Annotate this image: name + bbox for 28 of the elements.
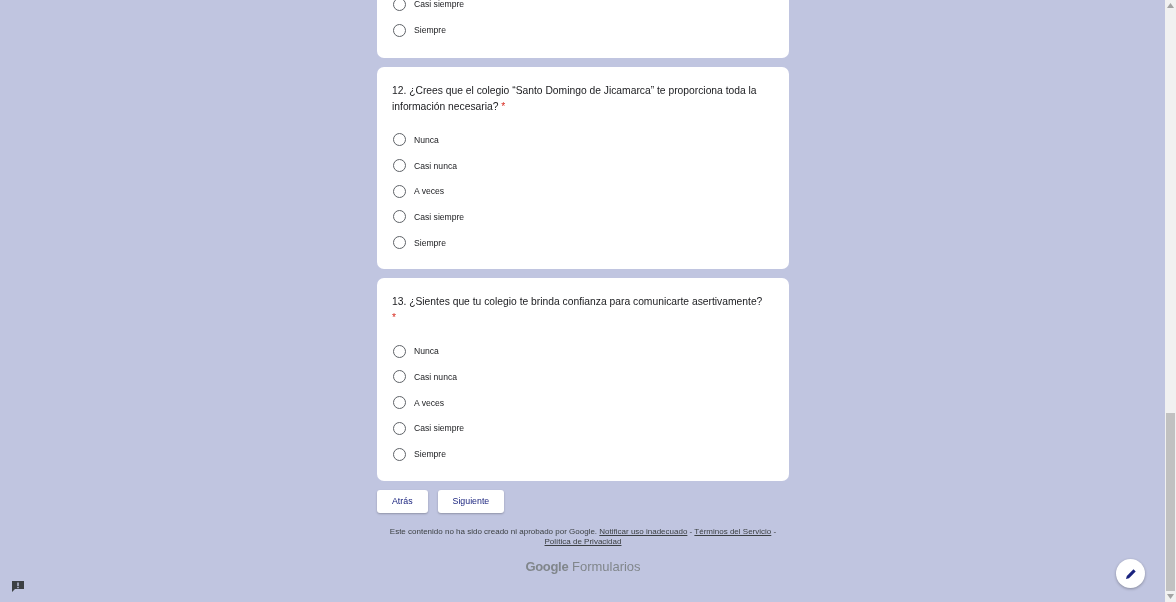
- option-label: Nunca: [414, 346, 439, 357]
- option-label: Casi siempre: [414, 211, 465, 222]
- scrollbar-thumb[interactable]: [1166, 413, 1175, 591]
- option-label: A veces: [414, 186, 445, 197]
- question-title: 12. ¿Crees que el colegio “Santo Domingo de Jicamarca” te proporciona toda la información necesaria? *: [392, 84, 758, 114]
- footer-text: Este contenido no ha sido creado ni aprobado por Google.: [389, 526, 598, 536]
- privacy-link[interactable]: Política de Privacidad: [544, 536, 622, 546]
- next-button[interactable]: Siguiente: [437, 489, 505, 513]
- terms-link[interactable]: Términos del Servicio: [694, 526, 772, 536]
- separator: -: [773, 526, 777, 536]
- option-label: Siempre: [414, 449, 446, 460]
- option-label: Casi nunca: [414, 371, 457, 382]
- option-label: Nunca: [414, 134, 439, 145]
- option-label: Siempre: [414, 237, 446, 248]
- scrollbar[interactable]: [1165, 0, 1176, 602]
- option-label: Siempre: [414, 25, 446, 36]
- option-label: Casi siempre: [414, 423, 465, 434]
- option-label: A veces: [414, 397, 445, 408]
- report-link[interactable]: Notificar uso inadecuado: [599, 526, 688, 536]
- back-button[interactable]: Atrás: [377, 489, 428, 513]
- option-label: Casi nunca: [414, 160, 457, 171]
- brand-logo: Google Formularios: [525, 558, 641, 574]
- feedback-icon[interactable]: [11, 580, 25, 593]
- question-title: 13. ¿Sientes que tu colegio te brinda confianza para comunicarte asertivamente? *: [392, 295, 764, 325]
- option-label: Casi siempre: [414, 0, 465, 10]
- separator: -: [689, 526, 693, 536]
- pencil-icon: [1123, 566, 1138, 581]
- edit-button[interactable]: [1116, 559, 1145, 588]
